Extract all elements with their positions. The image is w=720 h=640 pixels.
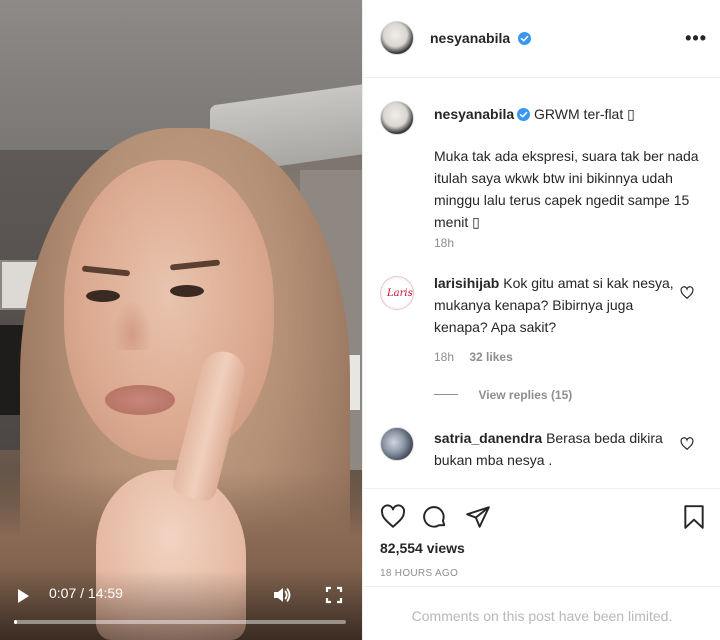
video-time: 0:07 / 14:59 xyxy=(49,585,123,601)
comment-avatar-larisihijab[interactable]: Larisi xyxy=(380,276,414,310)
video-progress-fill xyxy=(14,620,17,624)
video-person-nose xyxy=(112,300,152,350)
post-header: nesyanabila ••• xyxy=(363,0,720,78)
comment-icon[interactable] xyxy=(422,504,448,530)
caption-body-emoji-placeholder: ▯ xyxy=(472,214,480,230)
comment-age[interactable]: 18h xyxy=(434,350,454,364)
caption-emoji-placeholder: ▯ xyxy=(627,106,635,122)
caption-author-username[interactable]: nesyanabila xyxy=(434,106,514,122)
video-progress-bar[interactable] xyxy=(14,620,346,624)
comments-limited-notice: Comments on this post have been limited. xyxy=(363,586,720,640)
caption-title-row: nesyanabila GRWM ter-flat ▯ xyxy=(434,103,704,125)
video-person-lips xyxy=(105,385,175,415)
share-icon[interactable] xyxy=(465,504,491,530)
comment-likes[interactable]: 32 likes xyxy=(469,350,512,364)
comment-like-heart-icon[interactable] xyxy=(680,286,694,300)
caption-age[interactable]: 18h xyxy=(434,236,454,250)
comment-2: satria_danendra Berasa beda dikira bukan… xyxy=(434,427,686,471)
fullscreen-icon[interactable] xyxy=(325,586,343,604)
author-username[interactable]: nesyanabila xyxy=(430,30,510,46)
verified-badge-icon xyxy=(517,32,531,45)
verified-badge-icon xyxy=(517,105,531,121)
caption-body: Muka tak ada ekspresi, suara tak ber nad… xyxy=(434,145,704,233)
volume-icon[interactable] xyxy=(272,586,292,604)
post-panel: nesyanabila ••• nesyanabila GRWM ter-fla… xyxy=(362,0,720,640)
view-replies-label[interactable]: View replies (15) xyxy=(478,388,572,402)
comment-1-meta: 18h 32 likes xyxy=(434,350,513,364)
author-avatar[interactable] xyxy=(380,21,414,55)
video-time-separator: / xyxy=(80,585,85,601)
comment-username[interactable]: satria_danendra xyxy=(434,430,542,446)
larisi-logo-text: Larisi xyxy=(387,288,414,299)
author-name-row: nesyanabila xyxy=(430,30,531,48)
video-player[interactable]: 0:07 / 14:59 xyxy=(0,0,362,640)
video-duration: 14:59 xyxy=(87,585,123,601)
play-icon[interactable] xyxy=(14,587,32,605)
caption-author-avatar[interactable] xyxy=(380,101,414,135)
video-person-eye-right xyxy=(170,285,204,297)
comment-avatar-satria-danendra[interactable] xyxy=(380,427,414,461)
caption-title: GRWM ter-flat xyxy=(534,106,624,122)
view-count[interactable]: 82,554 views xyxy=(380,540,465,556)
more-options-icon[interactable]: ••• xyxy=(685,29,707,47)
view-replies-line xyxy=(434,394,458,396)
bookmark-icon[interactable] xyxy=(681,504,707,530)
heart-icon[interactable] xyxy=(380,504,406,530)
post-actions: 82,554 views 18 HOURS AGO xyxy=(363,488,720,586)
video-person-face xyxy=(64,160,274,460)
posted-time[interactable]: 18 HOURS AGO xyxy=(380,568,458,579)
video-controls: 0:07 / 14:59 xyxy=(0,583,362,607)
view-replies-button[interactable]: View replies (15) xyxy=(434,386,572,404)
comment-like-heart-icon[interactable] xyxy=(680,437,694,451)
comment-username[interactable]: larisihijab xyxy=(434,275,499,291)
video-current-time: 0:07 xyxy=(49,585,77,601)
comment-1: larisihijab Kok gitu amat si kak nesya, … xyxy=(434,272,686,338)
